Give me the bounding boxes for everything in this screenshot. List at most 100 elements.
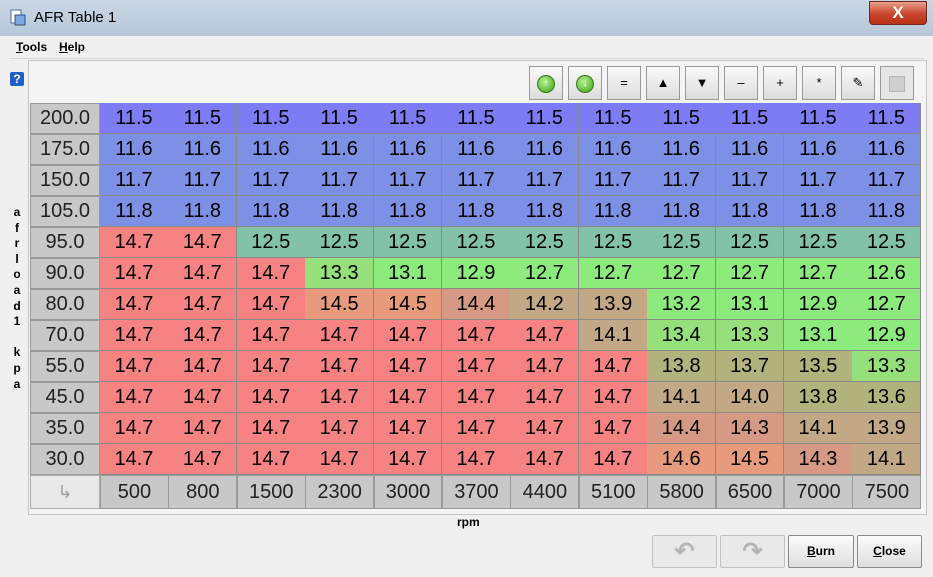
table-cell[interactable]: 14.7 [373, 382, 443, 413]
table-cell[interactable]: 14.7 [442, 320, 511, 351]
table-cell[interactable]: 14.7 [510, 413, 580, 444]
table-cell[interactable]: 14.1 [578, 320, 648, 351]
burn-button[interactable]: Burn [788, 535, 854, 568]
table-cell[interactable]: 14.7 [305, 320, 375, 351]
table-cell[interactable]: 14.7 [510, 444, 580, 475]
table-cell[interactable]: 11.8 [578, 196, 648, 227]
table-cell[interactable]: 14.7 [510, 320, 580, 351]
table-cell[interactable]: 14.1 [647, 382, 717, 413]
table-cell[interactable]: 11.8 [100, 196, 169, 227]
menu-tools[interactable]: Tools [16, 40, 47, 54]
increment-button[interactable]: ▲ [646, 66, 680, 100]
table-cell[interactable]: 12.9 [784, 289, 853, 320]
table-cell[interactable]: 14.7 [510, 382, 580, 413]
table-cell[interactable]: 13.5 [784, 351, 853, 382]
table-cell[interactable]: 13.1 [784, 320, 853, 351]
table-cell[interactable]: 11.8 [168, 196, 238, 227]
table-cell[interactable]: 11.6 [578, 134, 648, 165]
table-cell[interactable]: 13.2 [647, 289, 717, 320]
table-cell[interactable]: 14.7 [305, 382, 375, 413]
table-cell[interactable]: 11.5 [647, 103, 717, 134]
multiply-button[interactable]: * [802, 66, 836, 100]
table-cell[interactable]: 12.5 [236, 227, 306, 258]
table-cell[interactable]: 14.7 [168, 382, 238, 413]
table-cell[interactable]: 11.5 [784, 103, 853, 134]
table-cell[interactable]: 13.1 [373, 258, 443, 289]
table-cell[interactable]: 14.7 [373, 320, 443, 351]
table-cell[interactable]: 11.8 [852, 196, 922, 227]
table-cell[interactable]: 11.5 [715, 103, 785, 134]
table-cell[interactable]: 11.6 [852, 134, 922, 165]
table-cell[interactable]: 14.7 [236, 289, 306, 320]
table-cell[interactable]: 11.6 [715, 134, 785, 165]
table-cell[interactable]: 14.7 [236, 382, 306, 413]
table-cell[interactable]: 14.7 [578, 444, 648, 475]
table-cell[interactable]: 14.7 [305, 351, 375, 382]
table-cell[interactable]: 14.7 [373, 351, 443, 382]
table-cell[interactable]: 14.7 [236, 258, 306, 289]
table-cell[interactable]: 11.7 [715, 165, 785, 196]
table-cell[interactable]: 11.6 [100, 134, 169, 165]
table-cell[interactable]: 12.7 [784, 258, 853, 289]
table-cell[interactable]: 11.8 [784, 196, 853, 227]
table-cell[interactable]: 11.6 [510, 134, 580, 165]
table-cell[interactable]: 13.7 [715, 351, 785, 382]
rotate-up-button[interactable]: ↑ [529, 66, 563, 100]
table-cell[interactable]: 14.7 [100, 258, 169, 289]
table-cell[interactable]: 11.8 [715, 196, 785, 227]
table-cell[interactable]: 14.7 [578, 351, 648, 382]
table-cell[interactable]: 11.7 [852, 165, 922, 196]
table-cell[interactable]: 14.5 [373, 289, 443, 320]
table-cell[interactable]: 11.6 [442, 134, 511, 165]
table-cell[interactable]: 11.7 [373, 165, 443, 196]
table-cell[interactable]: 11.5 [442, 103, 511, 134]
table-cell[interactable]: 14.7 [168, 320, 238, 351]
table-cell[interactable]: 14.3 [715, 413, 785, 444]
table-cell[interactable]: 14.7 [236, 320, 306, 351]
table-cell[interactable]: 12.9 [442, 258, 511, 289]
table-cell[interactable]: 11.6 [168, 134, 238, 165]
table-cell[interactable]: 11.5 [852, 103, 922, 134]
table-cell[interactable]: 14.7 [305, 444, 375, 475]
table-cell[interactable]: 11.8 [305, 196, 375, 227]
table-cell[interactable]: 14.7 [168, 289, 238, 320]
table-cell[interactable]: 14.7 [578, 382, 648, 413]
table-cell[interactable]: 12.5 [715, 227, 785, 258]
table-cell[interactable]: 14.7 [100, 444, 169, 475]
table-cell[interactable]: 14.7 [100, 320, 169, 351]
table-cell[interactable]: 14.7 [100, 289, 169, 320]
minus-button[interactable]: – [724, 66, 758, 100]
table-cell[interactable]: 12.5 [647, 227, 717, 258]
table-cell[interactable]: 13.6 [852, 382, 922, 413]
table-cell[interactable]: 14.7 [168, 258, 238, 289]
table-cell[interactable]: 13.9 [578, 289, 648, 320]
table-cell[interactable]: 14.5 [715, 444, 785, 475]
table-cell[interactable]: 11.7 [442, 165, 511, 196]
table-cell[interactable]: 13.3 [852, 351, 922, 382]
table-cell[interactable]: 12.9 [852, 320, 922, 351]
table-cell[interactable]: 13.8 [784, 382, 853, 413]
table-cell[interactable]: 14.2 [510, 289, 580, 320]
table-cell[interactable]: 14.6 [647, 444, 717, 475]
table-cell[interactable]: 14.7 [100, 413, 169, 444]
axis-corner[interactable]: ↳ [30, 475, 100, 509]
equals-button[interactable]: = [607, 66, 641, 100]
table-cell[interactable]: 11.5 [100, 103, 169, 134]
table-cell[interactable]: 12.7 [578, 258, 648, 289]
table-cell[interactable]: 14.0 [715, 382, 785, 413]
table-cell[interactable]: 14.4 [442, 289, 511, 320]
table-cell[interactable]: 13.8 [647, 351, 717, 382]
table-cell[interactable]: 14.7 [373, 413, 443, 444]
table-cell[interactable]: 11.6 [647, 134, 717, 165]
table-cell[interactable]: 12.7 [647, 258, 717, 289]
table-cell[interactable]: 12.5 [442, 227, 511, 258]
table-cell[interactable]: 14.1 [852, 444, 922, 475]
table-cell[interactable]: 11.5 [305, 103, 375, 134]
table-cell[interactable]: 14.7 [168, 227, 238, 258]
table-cell[interactable]: 12.7 [510, 258, 580, 289]
close-button[interactable]: Close [857, 535, 922, 568]
table-cell[interactable]: 11.5 [373, 103, 443, 134]
table-cell[interactable]: 14.7 [442, 382, 511, 413]
table-cell[interactable]: 11.8 [442, 196, 511, 227]
table-cell[interactable]: 14.7 [373, 444, 443, 475]
